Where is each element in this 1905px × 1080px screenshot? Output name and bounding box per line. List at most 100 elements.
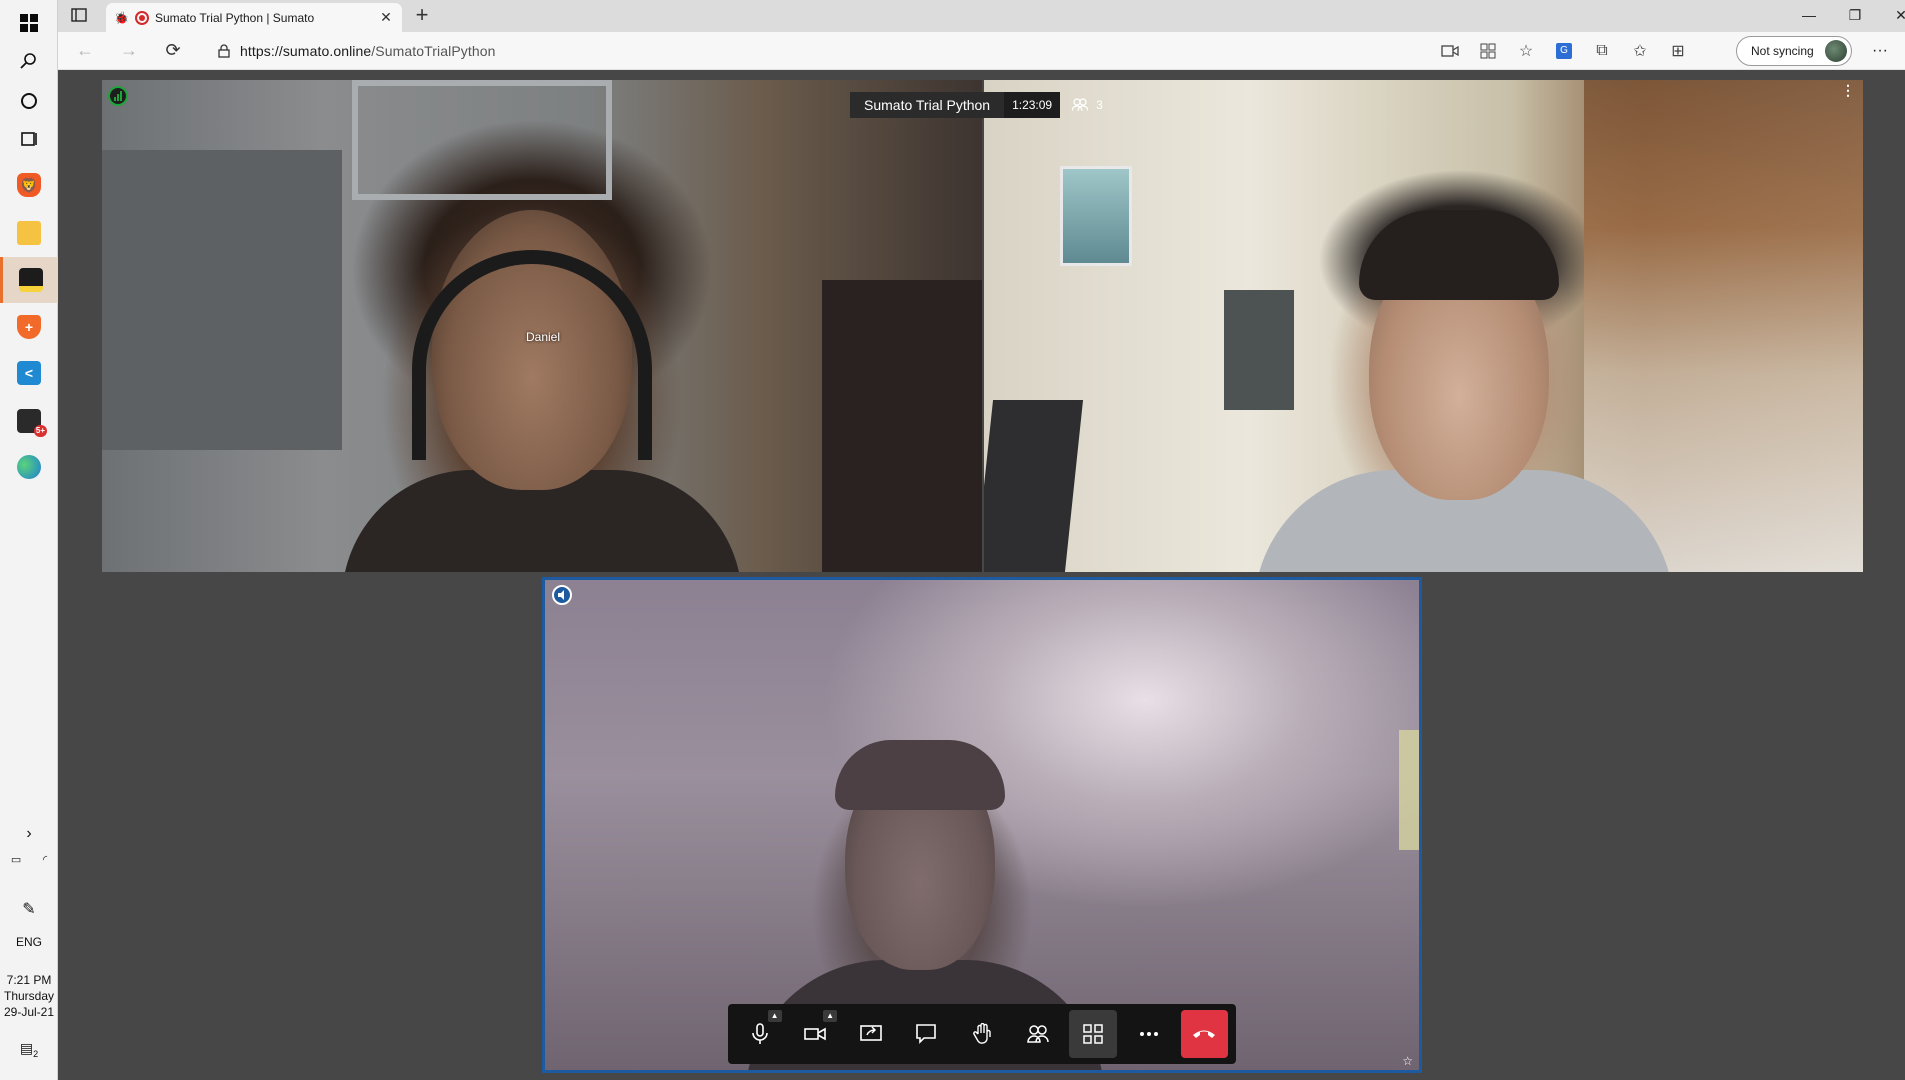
shield-icon: + bbox=[17, 315, 41, 339]
tab-favicon-icon: 🐞 bbox=[114, 10, 129, 25]
office-chair bbox=[984, 400, 1084, 572]
notification-count: 2 bbox=[33, 1048, 39, 1059]
tile-menu-icon[interactable]: ⋮ bbox=[1841, 82, 1855, 99]
bookshelf bbox=[1584, 80, 1863, 572]
tile-view-button[interactable] bbox=[1069, 1010, 1117, 1058]
input-language[interactable]: ENG bbox=[0, 934, 58, 950]
microphone-button[interactable]: ▲ bbox=[736, 1010, 784, 1058]
collections-icon[interactable]: ⊞ bbox=[1668, 41, 1688, 61]
share-screen-button[interactable] bbox=[847, 1010, 895, 1058]
signal-bars-icon bbox=[114, 91, 122, 101]
taskbar-app-sticky-notes[interactable] bbox=[0, 257, 58, 303]
background-window bbox=[352, 80, 612, 200]
show-hidden-icons-button[interactable]: › bbox=[0, 826, 58, 842]
more-icon bbox=[1139, 1032, 1158, 1036]
browser-tab-active[interactable]: 🐞 Sumato Trial Python | Sumato ✕ bbox=[106, 3, 402, 32]
settings-more-icon[interactable]: ··· bbox=[1870, 41, 1890, 61]
sync-label: Not syncing bbox=[1751, 44, 1814, 58]
taskbar-app-file-explorer[interactable] bbox=[0, 210, 58, 256]
chat-icon bbox=[916, 1024, 937, 1044]
participant-tile-daniel[interactable]: Daniel bbox=[102, 80, 982, 572]
back-button[interactable]: ← bbox=[72, 39, 98, 63]
taskbar-app-vscode[interactable]: < bbox=[0, 350, 58, 396]
background-monitor bbox=[822, 280, 982, 572]
taskbar-app-notifications[interactable]: 5+ bbox=[0, 398, 58, 444]
meeting-timer: 1:23:09 bbox=[1004, 92, 1061, 118]
wifi-icon[interactable]: ◜ bbox=[43, 852, 47, 868]
leave-meeting-button[interactable] bbox=[1180, 1010, 1229, 1058]
tab-actions-button[interactable] bbox=[70, 6, 90, 26]
task-view-button[interactable] bbox=[0, 116, 58, 162]
lock-icon bbox=[218, 44, 230, 58]
person-hair bbox=[835, 740, 1005, 810]
profile-sync-button[interactable]: Not syncing bbox=[1736, 36, 1852, 66]
dominant-speaker-indicator bbox=[552, 585, 572, 605]
forward-button[interactable]: → bbox=[116, 39, 142, 63]
vscode-icon: < bbox=[17, 361, 41, 385]
windows-taskbar: 🦁 + < 5+ › ▭ ◜ ✎ ENG 7:21 PM Thursday 29… bbox=[0, 0, 58, 1080]
new-tab-button[interactable]: + bbox=[410, 4, 434, 28]
meeting-stage: Daniel ⋮ ☆ Sumato Trial Python 1:23:09 3 bbox=[58, 70, 1905, 1080]
background-panel bbox=[102, 150, 342, 450]
url-host: https://sumato.online bbox=[240, 43, 372, 59]
tab-close-icon[interactable]: ✕ bbox=[378, 9, 394, 26]
tab-actions-icon bbox=[71, 8, 87, 22]
participants-button[interactable] bbox=[1014, 1010, 1062, 1058]
recording-icon bbox=[134, 10, 149, 25]
microphone-icon bbox=[751, 1023, 768, 1044]
address-bar[interactable]: https://sumato.online/SumatoTrialPython bbox=[206, 36, 1526, 66]
wall-poster bbox=[1060, 166, 1132, 266]
extensions-icon[interactable]: ⧉ bbox=[1592, 41, 1612, 61]
tile-view-icon bbox=[1083, 1024, 1103, 1044]
participant-tile-remote[interactable]: ⋮ bbox=[984, 80, 1863, 572]
participant-tile-active-speaker[interactable]: ☆ bbox=[542, 577, 1422, 1073]
taskbar-app-edge[interactable] bbox=[0, 444, 58, 490]
battery-icon[interactable]: ▭ bbox=[11, 852, 21, 868]
raise-hand-button[interactable] bbox=[958, 1010, 1006, 1058]
background-object bbox=[1399, 730, 1419, 850]
restore-button[interactable]: ❐ bbox=[1832, 0, 1878, 30]
favorites-icon[interactable]: ✩ bbox=[1630, 41, 1650, 61]
hangup-phone-icon bbox=[1193, 1030, 1216, 1038]
meeting-title: Sumato Trial Python bbox=[850, 92, 1005, 118]
refresh-button[interactable]: ⟳ bbox=[160, 39, 186, 63]
taskbar-app-security[interactable]: + bbox=[0, 304, 58, 350]
task-view-icon bbox=[21, 132, 37, 146]
cortana-icon bbox=[21, 93, 37, 109]
pin-star-icon[interactable]: ☆ bbox=[1402, 1054, 1413, 1068]
windows-logo-icon bbox=[20, 14, 38, 32]
participant-count[interactable]: 3 bbox=[1060, 98, 1103, 112]
chat-button[interactable] bbox=[903, 1010, 951, 1058]
speaker-icon bbox=[558, 590, 564, 600]
clock-day: Thursday bbox=[3, 989, 55, 1003]
camera-in-use-icon[interactable] bbox=[1440, 41, 1460, 61]
more-actions-button[interactable] bbox=[1125, 1010, 1173, 1058]
close-window-button[interactable]: ✕ bbox=[1878, 0, 1905, 30]
camera-icon bbox=[804, 1027, 827, 1041]
taskbar-app-brave[interactable]: 🦁 bbox=[0, 162, 58, 208]
clock[interactable]: 7:21 PM Thursday 29-Jul-21 bbox=[0, 972, 58, 1020]
brave-browser-icon: 🦁 bbox=[17, 173, 41, 197]
search-icon bbox=[20, 53, 36, 69]
edge-browser-icon bbox=[17, 455, 41, 479]
pen-icon[interactable]: ✎ bbox=[0, 902, 58, 918]
camera-button[interactable]: ▲ bbox=[792, 1010, 840, 1058]
audio-settings-caret-icon[interactable]: ▲ bbox=[767, 1010, 782, 1022]
action-center-button[interactable]: ▤2 bbox=[0, 1040, 58, 1062]
browser-tab-strip: 🐞 Sumato Trial Python | Sumato ✕ + — ❐ ✕ bbox=[58, 0, 1905, 32]
add-favorite-icon[interactable]: ☆ bbox=[1516, 41, 1536, 61]
share-screen-icon bbox=[860, 1025, 882, 1041]
clock-date: 29-Jul-21 bbox=[3, 1005, 55, 1019]
person-hair bbox=[1359, 210, 1559, 300]
translate-extension-icon[interactable]: G bbox=[1554, 41, 1574, 61]
participant-name: Daniel bbox=[526, 330, 561, 344]
folder-icon bbox=[17, 221, 41, 245]
minimize-button[interactable]: — bbox=[1786, 0, 1832, 30]
tab-title: Sumato Trial Python | Sumato bbox=[154, 10, 315, 25]
video-settings-caret-icon[interactable]: ▲ bbox=[823, 1010, 838, 1022]
url-text: https://sumato.online/SumatoTrialPython bbox=[240, 43, 496, 59]
meeting-header: Sumato Trial Python 1:23:09 3 bbox=[850, 92, 1103, 118]
app-available-icon[interactable] bbox=[1478, 41, 1498, 61]
raise-hand-icon bbox=[973, 1023, 991, 1044]
app-window-icon: 5+ bbox=[17, 409, 47, 437]
